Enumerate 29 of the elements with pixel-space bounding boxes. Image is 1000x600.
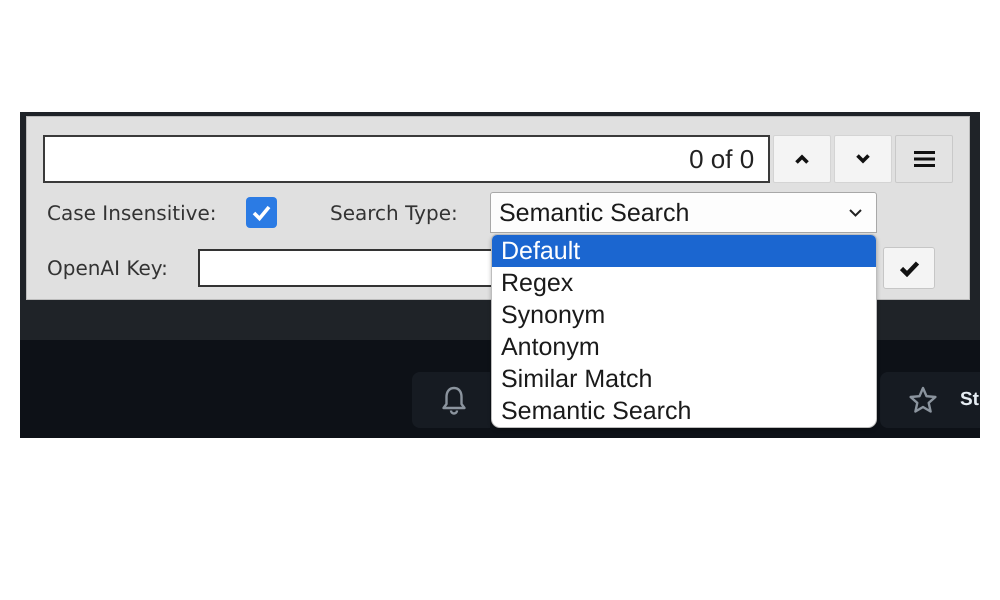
confirm-button[interactable]: [883, 247, 935, 289]
previous-match-button[interactable]: [773, 135, 832, 183]
dropdown-option[interactable]: Antonym: [492, 331, 876, 363]
star-icon: [908, 386, 938, 414]
button-label: St: [960, 388, 979, 412]
notifications-button[interactable]: [412, 372, 490, 428]
star-button[interactable]: St: [880, 372, 980, 428]
dropdown-option[interactable]: Similar Match: [492, 363, 876, 395]
openai-key-label: OpenAI Key:: [47, 256, 168, 280]
chevron-down-icon: [849, 208, 862, 216]
bell-icon: [440, 385, 468, 415]
search-type-dropdown[interactable]: Semantic Search: [490, 192, 877, 233]
match-count: 0 of 0: [689, 144, 754, 174]
dropdown-option[interactable]: Synonym: [492, 299, 876, 331]
menu-icon: [914, 151, 935, 167]
chevron-up-icon: [795, 154, 810, 164]
api-key-field[interactable]: [198, 249, 491, 287]
chevron-down-icon: [856, 154, 870, 164]
checkbox[interactable]: [246, 197, 277, 228]
menu-button[interactable]: [895, 135, 953, 183]
search-type-label: Search Type:: [330, 200, 458, 224]
case-insensitive-label: Case Insensitive:: [47, 200, 217, 224]
next-match-button[interactable]: [834, 135, 892, 183]
dropdown-option[interactable]: Regex: [492, 267, 876, 299]
checkmark-icon: [898, 260, 920, 276]
dropdown-option[interactable]: Semantic Search: [492, 395, 876, 427]
search-field[interactable]: 0 of 0: [43, 135, 770, 183]
dropdown-option[interactable]: Default: [492, 235, 876, 267]
selected-value: Semantic Search: [499, 198, 690, 228]
